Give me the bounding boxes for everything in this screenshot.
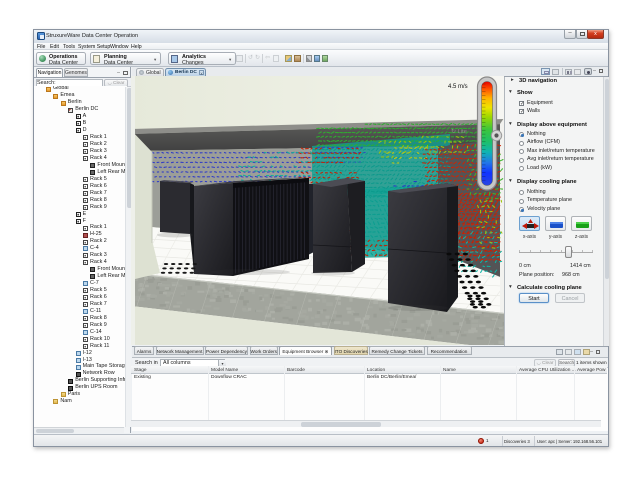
svg-text:↻ Lite: ↻ Lite bbox=[451, 128, 467, 135]
svg-text:4.5 m/s: 4.5 m/s bbox=[448, 84, 468, 90]
